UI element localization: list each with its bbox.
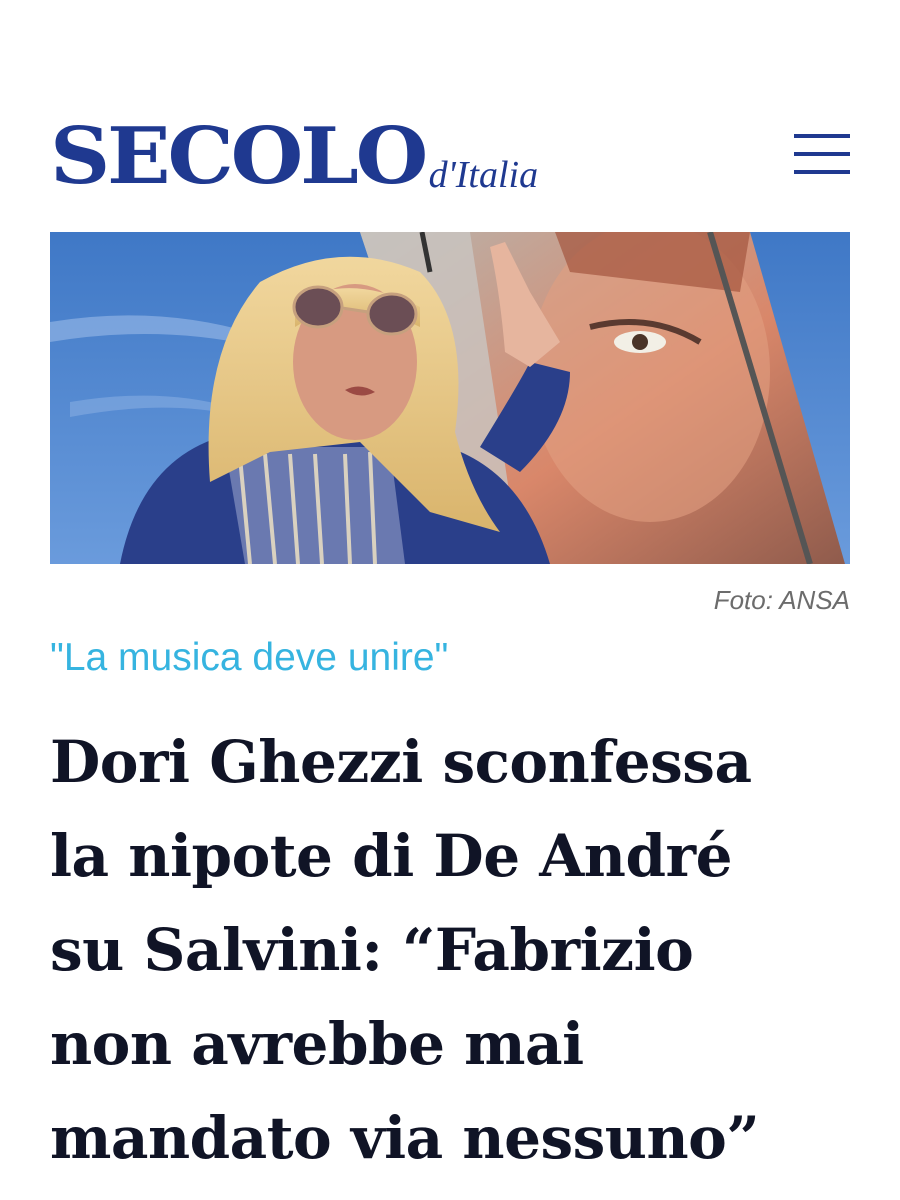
headline-line: su Salvini: “Fabrizio bbox=[50, 916, 694, 984]
photo-credit: Foto: ANSA bbox=[713, 585, 850, 615]
headline-line: la nipote di De André bbox=[50, 822, 733, 890]
headline-line: Dori Ghezzi sconfessa bbox=[50, 728, 752, 796]
article-kicker[interactable]: "La musica deve unire" bbox=[50, 636, 448, 680]
hero-image[interactable] bbox=[50, 232, 850, 564]
headline-line: non avrebbe mai bbox=[50, 1010, 584, 1078]
site-logo[interactable]: SECOLO d'Italia bbox=[50, 96, 538, 196]
hamburger-menu-icon[interactable] bbox=[794, 132, 850, 176]
headline-line: mandato via nessuno” bbox=[50, 1104, 760, 1172]
site-header: SECOLO d'Italia bbox=[50, 96, 850, 196]
article-headline[interactable]: Dori Ghezzi sconfessa la nipote di De An… bbox=[50, 715, 850, 1185]
logo-subtitle: d'Italia bbox=[428, 154, 539, 196]
logo-wordmark: SECOLO bbox=[50, 111, 428, 202]
